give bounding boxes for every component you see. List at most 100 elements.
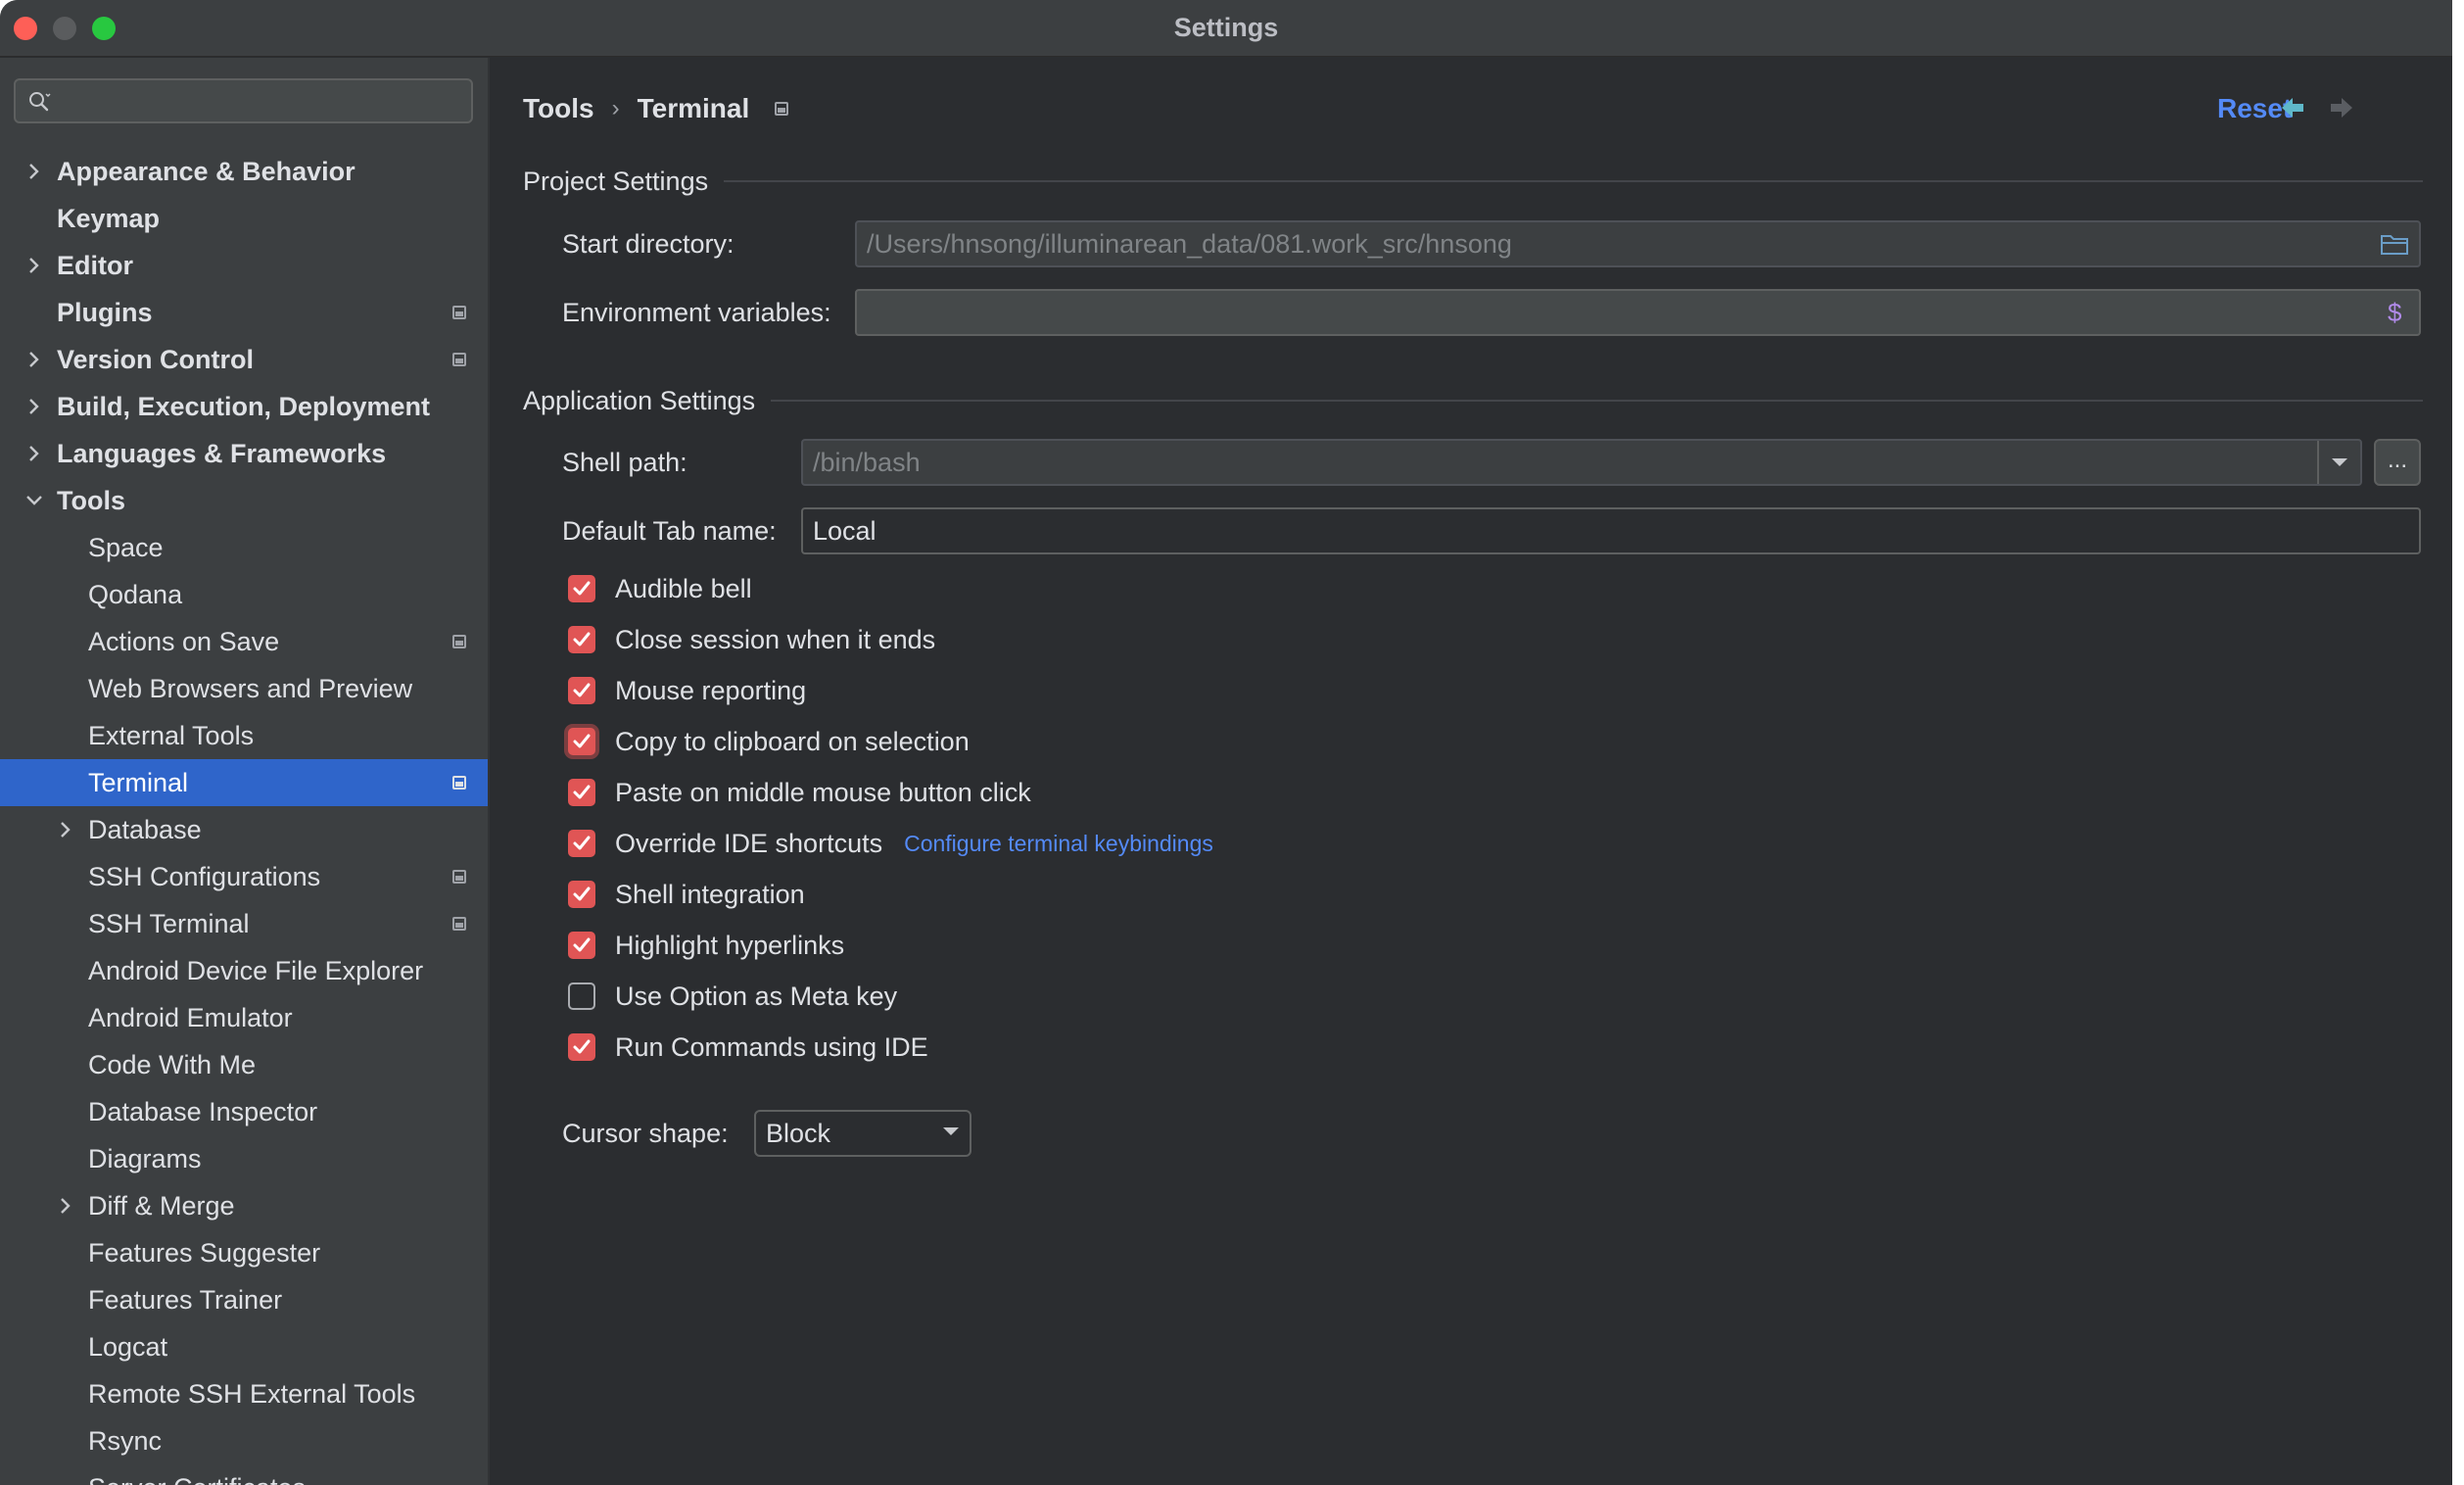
sidebar-item-android-emulator[interactable]: Android Emulator	[0, 994, 488, 1041]
checkbox-row-run-commands-using-ide[interactable]: Run Commands using IDE	[568, 1028, 928, 1067]
back-arrow-icon[interactable]	[2276, 91, 2309, 124]
sidebar-item-diff-and-merge[interactable]: Diff & Merge	[0, 1182, 488, 1229]
default-tab-name-value: Local	[813, 516, 877, 546]
sidebar-item-qodana[interactable]: Qodana	[0, 571, 488, 618]
sidebar-item-label: Appearance & Behavior	[57, 157, 355, 186]
configure-keybindings-link[interactable]: Configure terminal keybindings	[904, 831, 1213, 857]
checkbox-row-close-session-when-it-ends[interactable]: Close session when it ends	[568, 620, 935, 659]
checkbox-row-paste-on-middle-mouse-button-click[interactable]: Paste on middle mouse button click	[568, 773, 1031, 812]
start-directory-value: /Users/hnsong/illuminarean_data/081.work…	[867, 229, 1512, 259]
checkbox-label: Override IDE shortcuts	[615, 828, 883, 858]
sidebar-item-rsync[interactable]: Rsync	[0, 1417, 488, 1464]
settings-search-input[interactable]	[14, 78, 473, 123]
sidebar-item-features-suggester[interactable]: Features Suggester	[0, 1229, 488, 1276]
sidebar-item-label: Build, Execution, Deployment	[57, 392, 431, 421]
sidebar-item-ssh-configurations[interactable]: SSH Configurations	[0, 853, 488, 900]
chevron-right-icon[interactable]	[24, 242, 45, 289]
chevron-right-icon[interactable]	[24, 430, 45, 477]
sidebar-item-terminal[interactable]: Terminal	[0, 759, 488, 806]
checkbox-row-override-ide-shortcuts[interactable]: Override IDE shortcuts Configure terminal…	[568, 824, 1213, 863]
breadcrumb-terminal: Terminal	[637, 93, 750, 123]
project-settings-title: Project Settings	[523, 167, 709, 196]
checkbox-override-ide-shortcuts[interactable]	[568, 830, 595, 857]
environment-variables-label: Environment variables:	[562, 298, 831, 327]
sidebar-item-android-device-file-explorer[interactable]: Android Device File Explorer	[0, 947, 488, 994]
sidebar-item-diagrams[interactable]: Diagrams	[0, 1135, 488, 1182]
sidebar-item-logcat[interactable]: Logcat	[0, 1323, 488, 1370]
project-level-icon	[452, 776, 466, 790]
sidebar-item-editor[interactable]: Editor	[0, 242, 488, 289]
checkbox-run-commands-using-ide[interactable]	[568, 1033, 595, 1061]
checkbox-paste-on-middle-mouse-button-click[interactable]	[568, 779, 595, 806]
checkbox-shell-integration[interactable]	[568, 881, 595, 908]
sidebar-item-label: Editor	[57, 251, 133, 280]
start-directory-field[interactable]: /Users/hnsong/illuminarean_data/081.work…	[855, 220, 2421, 267]
sidebar-item-external-tools[interactable]: External Tools	[0, 712, 488, 759]
checkbox-close-session-when-it-ends[interactable]	[568, 626, 595, 653]
checkbox-row-highlight-hyperlinks[interactable]: Highlight hyperlinks	[568, 926, 844, 965]
sidebar-item-features-trainer[interactable]: Features Trainer	[0, 1276, 488, 1323]
sidebar-item-database-inspector[interactable]: Database Inspector	[0, 1088, 488, 1135]
window-title: Settings	[1173, 13, 1279, 42]
sidebar-item-label: Server Certificates	[88, 1464, 306, 1485]
folder-icon[interactable]	[2380, 230, 2409, 258]
sidebar-item-label: Features Trainer	[88, 1285, 283, 1315]
sidebar-item-languages-and-frameworks[interactable]: Languages & Frameworks	[0, 430, 488, 477]
sidebar-item-plugins[interactable]: Plugins	[0, 289, 488, 336]
sidebar-item-label: Keymap	[57, 204, 161, 233]
sidebar-item-server-certificates[interactable]: Server Certificates	[0, 1464, 488, 1485]
section-divider	[771, 400, 2423, 402]
sidebar-item-space[interactable]: Space	[0, 524, 488, 571]
shell-path-browse-button[interactable]: ...	[2374, 439, 2421, 486]
forward-arrow-icon[interactable]	[2325, 91, 2358, 124]
checkbox-audible-bell[interactable]	[568, 575, 595, 602]
shell-path-dropdown-button[interactable]	[2317, 441, 2360, 484]
sidebar-item-label: SSH Configurations	[88, 862, 321, 891]
sidebar-item-code-with-me[interactable]: Code With Me	[0, 1041, 488, 1088]
checkbox-row-mouse-reporting[interactable]: Mouse reporting	[568, 671, 806, 710]
sidebar-item-label: Web Browsers and Preview	[88, 674, 413, 703]
checkbox-use-option-as-meta-key[interactable]	[568, 982, 595, 1010]
sidebar-item-tools[interactable]: Tools	[0, 477, 488, 524]
environment-variables-field[interactable]: $	[855, 289, 2421, 336]
chevron-right-icon[interactable]	[55, 1182, 76, 1229]
project-level-icon	[452, 353, 466, 366]
sidebar-item-ssh-terminal[interactable]: SSH Terminal	[0, 900, 488, 947]
breadcrumb-tools[interactable]: Tools	[523, 93, 594, 124]
checkbox-copy-to-clipboard-on-selection[interactable]	[568, 728, 595, 755]
sidebar-item-database[interactable]: Database	[0, 806, 488, 853]
checkbox-row-shell-integration[interactable]: Shell integration	[568, 875, 805, 914]
chevron-down-icon[interactable]	[24, 477, 45, 524]
shell-path-combobox[interactable]: /bin/bash	[801, 439, 2362, 486]
checkbox-row-audible-bell[interactable]: Audible bell	[568, 569, 752, 608]
sidebar-item-remote-ssh-external-tools[interactable]: Remote SSH External Tools	[0, 1370, 488, 1417]
chevron-right-icon[interactable]	[55, 806, 76, 853]
sidebar-item-keymap[interactable]: Keymap	[0, 195, 488, 242]
chevron-down-icon	[943, 1127, 959, 1135]
title-bar: Settings	[0, 0, 2452, 57]
sidebar-item-version-control[interactable]: Version Control	[0, 336, 488, 383]
sidebar-item-appearance-and-behavior[interactable]: Appearance & Behavior	[0, 148, 488, 195]
sidebar-item-label: Terminal	[88, 768, 189, 797]
application-settings-title: Application Settings	[523, 386, 756, 415]
chevron-right-icon[interactable]	[24, 383, 45, 430]
sidebar-item-build-execution-deployment[interactable]: Build, Execution, Deployment	[0, 383, 488, 430]
chevron-right-icon[interactable]	[24, 336, 45, 383]
sidebar-item-label: Database	[88, 815, 202, 844]
cursor-shape-select[interactable]: Block	[754, 1110, 971, 1157]
sidebar-item-web-browsers-and-preview[interactable]: Web Browsers and Preview	[0, 665, 488, 712]
checkbox-highlight-hyperlinks[interactable]	[568, 932, 595, 959]
checkbox-row-use-option-as-meta-key[interactable]: Use Option as Meta key	[568, 977, 897, 1016]
chevron-right-icon[interactable]	[24, 148, 45, 195]
project-level-icon	[775, 102, 789, 116]
shell-path-value: /bin/bash	[813, 448, 921, 477]
default-tab-name-field[interactable]: Local	[801, 507, 2421, 554]
checkbox-label: Close session when it ends	[615, 624, 936, 654]
sidebar-item-label: Android Device File Explorer	[88, 956, 424, 985]
checkbox-row-copy-to-clipboard-on-selection[interactable]: Copy to clipboard on selection	[568, 722, 970, 761]
dollar-icon[interactable]: $	[2380, 299, 2409, 326]
sidebar-item-label: Actions on Save	[88, 627, 280, 656]
sidebar-item-actions-on-save[interactable]: Actions on Save	[0, 618, 488, 665]
cursor-shape-value: Block	[766, 1119, 831, 1148]
checkbox-mouse-reporting[interactable]	[568, 677, 595, 704]
